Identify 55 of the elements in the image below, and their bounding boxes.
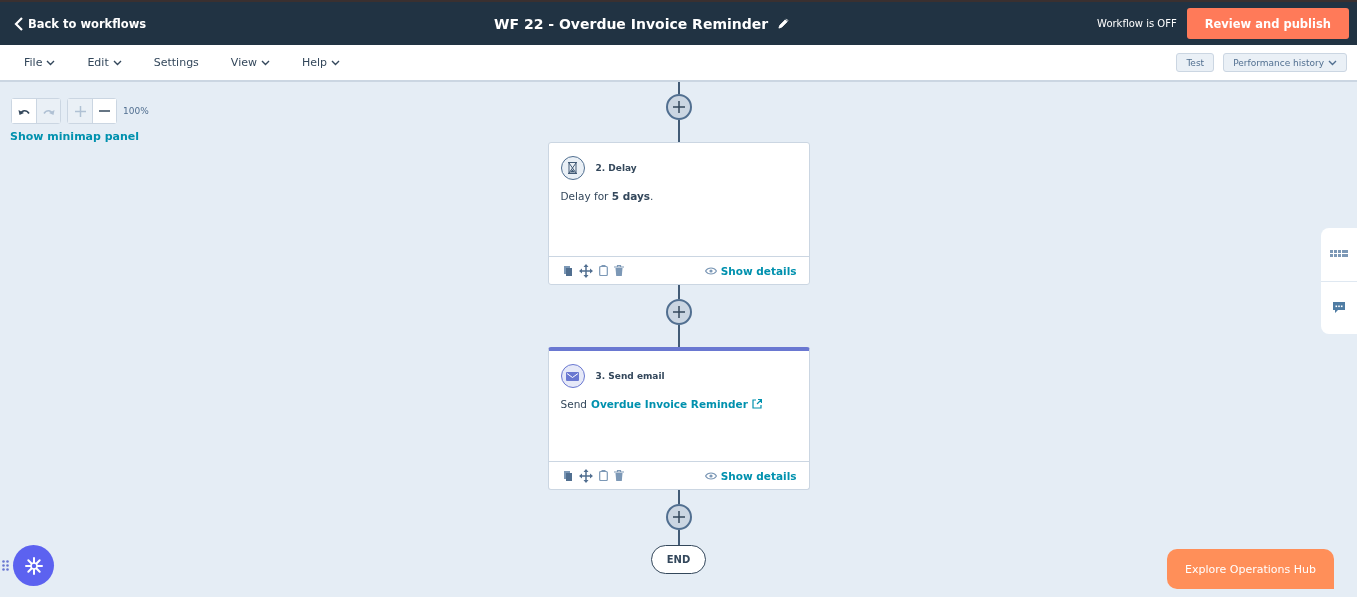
add-action-button[interactable] — [665, 299, 692, 325]
show-details-link[interactable]: Show details — [704, 264, 797, 277]
email-link[interactable]: Overdue Invoice Reminder — [590, 398, 762, 410]
zoom-level: 100% — [123, 106, 149, 116]
back-link[interactable]: Back to workflows — [14, 16, 147, 31]
action-title: 2. Delay — [595, 163, 637, 173]
menu-item[interactable]: Edit — [77, 56, 132, 69]
trash-icon[interactable] — [613, 470, 624, 481]
add-action-button[interactable] — [665, 94, 692, 120]
chevron-left-icon — [14, 16, 24, 31]
hourglass-icon — [560, 156, 585, 180]
workflow-status: Workflow is OFF — [1097, 18, 1177, 29]
external-link-icon — [751, 399, 762, 409]
help-button[interactable] — [13, 545, 54, 586]
action-description: Delay for 5 days. — [560, 190, 654, 202]
pencil-icon[interactable] — [778, 18, 790, 29]
trash-icon[interactable] — [613, 265, 624, 276]
move-icon[interactable] — [578, 468, 593, 483]
plus-icon — [672, 306, 685, 318]
workflow-title: WF 22 - Overdue Invoice Reminder — [494, 15, 769, 32]
zoom-out-button[interactable] — [92, 99, 116, 123]
menu-item[interactable]: Settings — [143, 56, 209, 69]
eye-icon — [704, 266, 717, 275]
plus-icon — [672, 101, 685, 113]
clipboard-icon[interactable] — [598, 265, 608, 276]
copy-icon[interactable] — [562, 470, 573, 481]
performance-history-button[interactable]: Performance history — [1223, 53, 1347, 72]
caret-icon — [331, 59, 341, 66]
caret-icon — [112, 59, 122, 66]
action-text: Send — [560, 398, 587, 410]
sparkle-icon — [24, 556, 43, 575]
action-title: 3. Send email — [595, 371, 665, 381]
minus-icon — [99, 110, 110, 112]
caret-icon — [46, 59, 56, 66]
test-button[interactable]: Test — [1176, 53, 1215, 72]
caret-icon — [1328, 59, 1337, 66]
show-details-link[interactable]: Show details — [704, 469, 797, 482]
eye-icon — [704, 471, 717, 480]
menu-item[interactable]: View — [220, 56, 280, 69]
envelope-icon — [560, 364, 585, 388]
plus-icon — [74, 105, 86, 117]
chat-icon — [1332, 301, 1346, 315]
copy-icon[interactable] — [562, 265, 573, 276]
action-card[interactable]: 2. Delay Delay for 5 days. Show details — [547, 142, 810, 285]
add-action-button[interactable] — [665, 504, 692, 530]
caret-icon — [260, 59, 270, 66]
action-card[interactable]: 3. Send email Send Overdue Invoice Reminder Show details — [547, 347, 810, 490]
end-node[interactable]: END — [651, 545, 706, 574]
plus-icon — [672, 511, 685, 523]
drag-handle-icon[interactable] — [2, 560, 9, 571]
move-icon[interactable] — [578, 263, 593, 278]
menu-item[interactable]: File — [14, 56, 66, 69]
grid-icon — [1330, 250, 1348, 259]
clipboard-icon[interactable] — [598, 470, 608, 481]
menu-item[interactable]: Help — [291, 56, 351, 69]
